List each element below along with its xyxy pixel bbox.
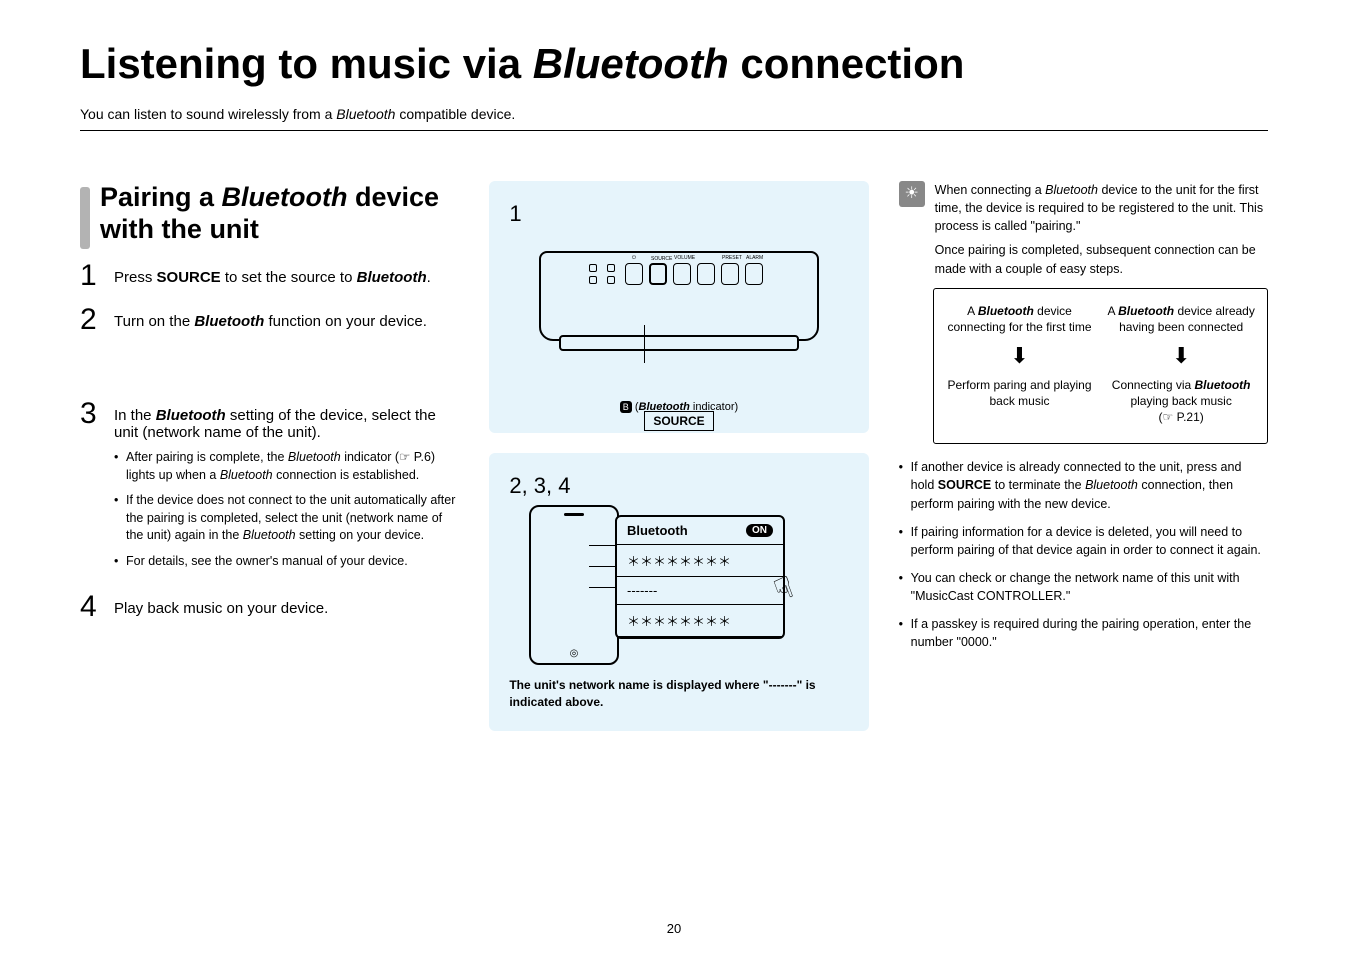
divider [80, 130, 1268, 131]
step-4: 4 Play back music on your device. [80, 592, 459, 622]
flow-diagram: A Bluetooth device connecting for the fi… [933, 288, 1268, 445]
intro-text: You can listen to sound wirelessly from … [80, 106, 1268, 122]
source-button-icon: SOURCE [649, 263, 667, 285]
device-top-illustration: ⏻ SOURCE VOLUME PRESET ALARM [529, 233, 829, 363]
middle-column: 1 ⏻ SOURCE VOLUME PRESET ALARM SOURCE B [489, 181, 868, 731]
title-text-c: connection [729, 40, 965, 87]
page-title: Listening to music via Bluetooth connect… [80, 40, 1268, 88]
note-item: If a passkey is required during the pair… [899, 615, 1268, 651]
phone-callout: Bluetooth ON ＊＊＊＊＊＊＊＊ ------- ＊＊＊＊＊＊＊＊ ☟ [615, 515, 785, 639]
section-tab-icon [80, 187, 90, 249]
title-text-a: Listening to music via [80, 40, 533, 87]
figure-2-panel: 2, 3, 4 Bluetooth ON ＊＊＊＊＊＊＊＊ ------- ＊＊… [489, 453, 868, 731]
arrow-down-icon: ⬇ [944, 341, 1096, 371]
tip-block: ☀ When connecting a Bluetooth device to … [899, 181, 1268, 278]
right-column: ☀ When connecting a Bluetooth device to … [899, 181, 1268, 731]
step-1: 1 Press SOURCE to set the source to Blue… [80, 261, 459, 291]
note-item: If pairing information for a device is d… [899, 523, 1268, 559]
figure-caption: The unit's network name is displayed whe… [509, 677, 848, 711]
on-badge: ON [746, 524, 773, 537]
step-3: 3 In the Bluetooth setting of the device… [80, 399, 459, 578]
step-number: 2 [80, 305, 100, 335]
bluetooth-label: Bluetooth [627, 523, 688, 538]
title-text-b: Bluetooth [533, 40, 729, 87]
page-number: 20 [667, 921, 681, 936]
figure-1-panel: 1 ⏻ SOURCE VOLUME PRESET ALARM SOURCE B [489, 181, 868, 433]
step-number: 1 [80, 261, 100, 291]
step-2: 2 Turn on the Bluetooth function on your… [80, 305, 459, 335]
notes-list: If another device is already connected t… [899, 458, 1268, 651]
note-item: If another device is already connected t… [899, 458, 1268, 512]
figure-number: 1 [509, 201, 848, 227]
note-item: You can check or change the network name… [899, 569, 1268, 605]
step-number: 4 [80, 592, 100, 622]
figure-number: 2, 3, 4 [509, 473, 848, 499]
bullet: If the device does not connect to the un… [114, 492, 459, 545]
lightbulb-icon: ☀ [899, 181, 925, 207]
bullet: After pairing is complete, the Bluetooth… [114, 449, 459, 484]
arrow-down-icon: ⬇ [1105, 341, 1257, 371]
step-number: 3 [80, 399, 100, 578]
left-column: Pairing a Bluetooth device with the unit… [80, 181, 459, 731]
section-heading: Pairing a Bluetooth device with the unit [80, 181, 459, 249]
bluetooth-icon: B [620, 401, 632, 413]
source-label: SOURCE [644, 411, 714, 431]
bluetooth-indicator-label: B (Bluetooth indicator) [509, 401, 848, 413]
bullet: For details, see the owner's manual of y… [114, 553, 459, 571]
